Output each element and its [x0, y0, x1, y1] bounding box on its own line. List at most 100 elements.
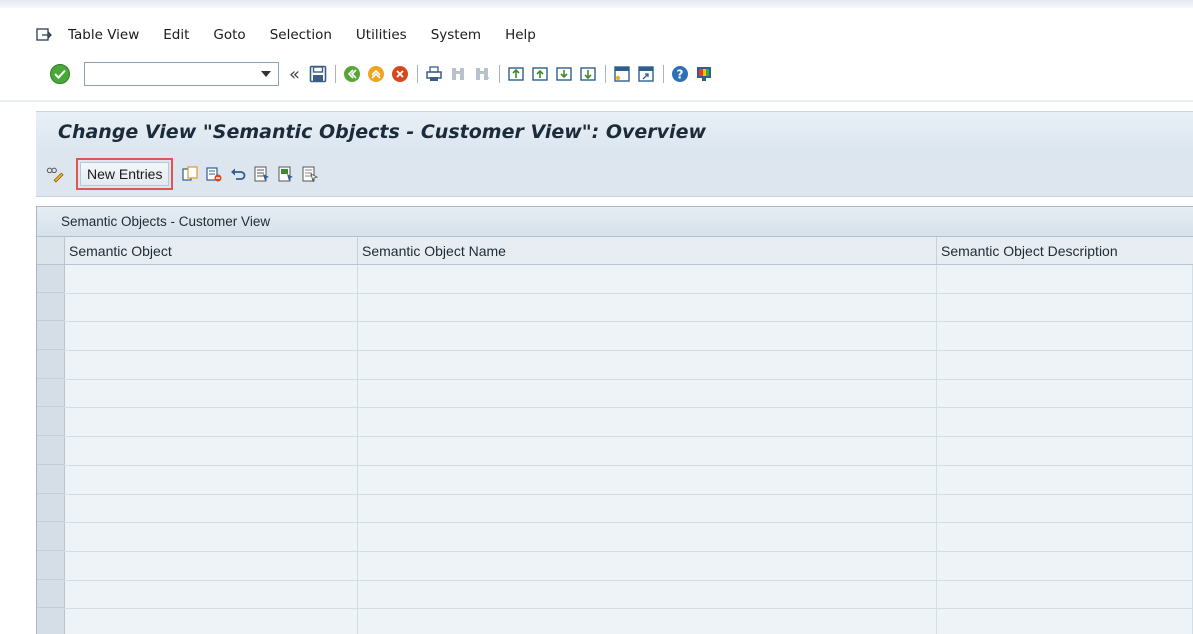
table-cell[interactable]: [937, 293, 1193, 322]
row-selector[interactable]: [37, 437, 65, 465]
system-toolbar: « ?: [0, 58, 1193, 90]
table-cell[interactable]: [358, 437, 937, 465]
table-cell[interactable]: [65, 580, 358, 609]
table-cell[interactable]: [937, 465, 1193, 494]
table-grid: Semantic Object Semantic Object Name Sem…: [37, 237, 1193, 634]
table-cell[interactable]: [358, 293, 937, 322]
enter-icon[interactable]: [50, 64, 70, 84]
table-cell[interactable]: [358, 408, 937, 437]
cancel-icon[interactable]: [390, 64, 410, 84]
deselect-all-icon[interactable]: [301, 165, 319, 183]
table-cell[interactable]: [65, 609, 358, 634]
row-selector[interactable]: [37, 494, 65, 523]
table-cell[interactable]: [65, 494, 358, 523]
exit-icon[interactable]: [366, 64, 386, 84]
column-header-semantic-object-description[interactable]: Semantic Object Description: [937, 237, 1193, 264]
table-cell[interactable]: [937, 609, 1193, 634]
row-selector[interactable]: [37, 551, 65, 580]
row-selector[interactable]: [37, 265, 65, 293]
table-cell[interactable]: [937, 551, 1193, 580]
row-selector[interactable]: [37, 523, 65, 551]
find-next-icon[interactable]: [472, 64, 492, 84]
table-cell[interactable]: [65, 351, 358, 379]
window-top-border: [0, 0, 1193, 8]
table-cell[interactable]: [937, 523, 1193, 551]
create-session-icon[interactable]: [612, 64, 632, 84]
menu-item-utilities[interactable]: Utilities: [356, 27, 407, 43]
table-cell[interactable]: [358, 523, 937, 551]
table-cell[interactable]: [937, 494, 1193, 523]
table-cell[interactable]: [358, 322, 937, 351]
find-icon[interactable]: [448, 64, 468, 84]
screen-title-bar: Change View "Semantic Objects - Customer…: [36, 111, 1193, 151]
menu-item-help[interactable]: Help: [505, 27, 536, 43]
page-title: Change View "Semantic Objects - Customer…: [58, 120, 707, 143]
table-row: [37, 523, 1193, 552]
menu-item-edit[interactable]: Edit: [163, 27, 189, 43]
select-all-rows-button[interactable]: [37, 237, 65, 264]
row-selector[interactable]: [37, 379, 65, 408]
new-entries-button[interactable]: New Entries: [80, 161, 170, 186]
last-page-icon[interactable]: [578, 64, 598, 84]
table-cell[interactable]: [937, 437, 1193, 465]
table-cell[interactable]: [358, 551, 937, 580]
table-cell[interactable]: [65, 408, 358, 437]
table-cell[interactable]: [358, 494, 937, 523]
table-cell[interactable]: [65, 523, 358, 551]
table-row: [37, 408, 1193, 438]
next-page-icon[interactable]: [554, 64, 574, 84]
row-selector[interactable]: [37, 465, 65, 494]
table-cell[interactable]: [65, 551, 358, 580]
table-cell[interactable]: [358, 609, 937, 634]
select-block-icon[interactable]: [277, 165, 295, 183]
menu-item-system[interactable]: System: [431, 27, 481, 43]
copy-as-icon[interactable]: [181, 165, 199, 183]
row-selector[interactable]: [37, 609, 65, 634]
table-cell[interactable]: [65, 265, 358, 293]
command-dropdown-icon[interactable]: [260, 69, 272, 79]
table-cell[interactable]: [65, 465, 358, 494]
column-header-semantic-object-name[interactable]: Semantic Object Name: [358, 237, 937, 264]
delete-icon[interactable]: [205, 165, 223, 183]
row-selector[interactable]: [37, 580, 65, 609]
table-cell[interactable]: [65, 437, 358, 465]
menu-item-goto[interactable]: Goto: [213, 27, 245, 43]
table-cell[interactable]: [358, 265, 937, 293]
table-cell[interactable]: [937, 265, 1193, 293]
previous-page-icon[interactable]: [530, 64, 550, 84]
table-cell[interactable]: [937, 379, 1193, 408]
table-cell[interactable]: [937, 580, 1193, 609]
row-selector[interactable]: [37, 351, 65, 379]
row-selector[interactable]: [37, 293, 65, 322]
collapse-icon[interactable]: «: [289, 64, 300, 85]
help-icon[interactable]: ?: [670, 64, 690, 84]
command-input[interactable]: [85, 64, 250, 84]
table-cell[interactable]: [937, 322, 1193, 351]
row-selector[interactable]: [37, 408, 65, 437]
svg-text:?: ?: [677, 68, 684, 82]
table-cell[interactable]: [65, 379, 358, 408]
column-header-semantic-object[interactable]: Semantic Object: [65, 237, 358, 264]
undo-change-icon[interactable]: [229, 165, 247, 183]
row-selector[interactable]: [37, 322, 65, 351]
table-cell[interactable]: [358, 379, 937, 408]
table-cell[interactable]: [937, 351, 1193, 379]
menu-item-selection[interactable]: Selection: [270, 27, 332, 43]
table-cell[interactable]: [937, 408, 1193, 437]
select-all-icon[interactable]: [253, 165, 271, 183]
customize-layout-icon[interactable]: [694, 64, 714, 84]
table-cell[interactable]: [65, 322, 358, 351]
shortcut-icon[interactable]: [636, 64, 656, 84]
display-change-icon[interactable]: [46, 165, 64, 183]
first-page-icon[interactable]: [506, 64, 526, 84]
table-cell[interactable]: [65, 293, 358, 322]
back-icon[interactable]: [342, 64, 362, 84]
print-icon[interactable]: [424, 64, 444, 84]
command-field[interactable]: [84, 62, 279, 86]
save-icon[interactable]: [308, 64, 328, 84]
table-cell[interactable]: [358, 351, 937, 379]
table-cell[interactable]: [358, 580, 937, 609]
menu-exit-icon[interactable]: [34, 26, 54, 44]
menu-item-table-view[interactable]: Table View: [68, 27, 139, 43]
table-cell[interactable]: [358, 465, 937, 494]
